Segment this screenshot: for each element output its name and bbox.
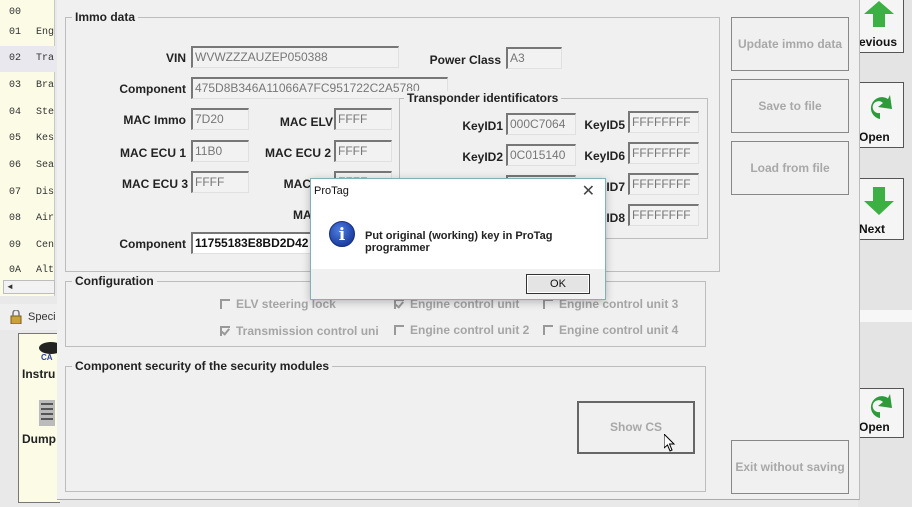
dialog-message: Put original (working) key in ProTag pro… <box>365 230 553 254</box>
mouse-cursor-icon <box>664 434 676 452</box>
mac-immo-label: MAC Immo <box>123 113 186 127</box>
list-item[interactable]: 04 Ste <box>0 100 55 126</box>
checkbox-box <box>543 325 553 335</box>
list-item[interactable]: 06 Sea <box>0 153 55 179</box>
list-item[interactable]: 02 Tra <box>0 46 55 72</box>
vin-field[interactable]: WVWZZZAUZEP050388 <box>191 46 399 68</box>
list-item[interactable]: 08 Air <box>0 206 55 232</box>
dump-icon <box>39 400 55 426</box>
list-item[interactable]: 07 Dis <box>0 180 55 206</box>
mac-ecu2-label: MAC ECU 2 <box>264 146 331 160</box>
keyid1-label: KeyID1 <box>462 119 503 133</box>
mac-ecu3-field[interactable]: FFFF <box>191 171 249 193</box>
dump-item[interactable]: Dump <box>22 432 56 446</box>
module-list[interactable]: 00 01 Eng 02 Tra 03 Bra 04 Ste 05 Kes 06 Sea 0… <box>0 0 55 296</box>
next-button[interactable]: Next <box>858 178 904 240</box>
redo-arrow-icon <box>870 394 892 418</box>
mac-elv-label: MAC ELV <box>279 115 333 129</box>
dialog-footer: OK <box>311 269 605 299</box>
exit-without-saving-button[interactable]: Exit without saving <box>731 440 849 494</box>
scroll-left-icon[interactable]: ◄ <box>6 282 14 291</box>
checkbox-box <box>220 326 230 336</box>
engine-control-unit-4-checkbox[interactable]: Engine control unit 4 <box>543 323 678 337</box>
component2-label: Component <box>119 237 186 251</box>
special-functions-tab[interactable]: Speci <box>0 304 60 330</box>
checkbox-box <box>220 299 230 309</box>
transmission-control-unit-checkbox[interactable]: Transmission control uni <box>220 324 379 338</box>
list-item[interactable]: 01 Eng <box>0 20 55 46</box>
mac-ecu3-label: MAC ECU 3 <box>121 177 188 191</box>
mac-immo-field[interactable]: 7D20 <box>191 108 249 130</box>
divider <box>858 310 912 322</box>
redo-arrow-icon <box>870 95 892 119</box>
list-item[interactable]: 05 Kes <box>0 126 55 152</box>
load-from-file-button[interactable]: Load from file <box>731 141 849 195</box>
dialog-title: ProTag <box>314 185 349 197</box>
mac-elv-field[interactable]: FFFF <box>334 108 392 130</box>
list-item[interactable]: 03 Bra <box>0 73 55 99</box>
keyid6-label: KeyID6 <box>584 149 625 163</box>
open-button-2[interactable]: Open <box>858 388 904 438</box>
component-label: Component <box>119 82 186 96</box>
keyid2-field[interactable]: 0C015140 <box>506 144 576 166</box>
update-immo-data-button[interactable]: Update immo data <box>731 17 849 71</box>
keyid8-field[interactable]: FFFFFFFF <box>628 204 699 226</box>
arrow-down-icon <box>864 187 894 215</box>
keyid6-field[interactable]: FFFFFFFF <box>628 142 699 164</box>
horizontal-scrollbar[interactable]: ◄ <box>3 280 55 294</box>
power-class-label: Power Class <box>429 53 501 67</box>
close-icon[interactable]: ✕ <box>582 181 595 201</box>
save-to-file-button[interactable]: Save to file <box>731 79 849 133</box>
instrument-item[interactable]: Instru <box>22 367 55 381</box>
ok-button[interactable]: OK <box>526 274 590 294</box>
power-class-field[interactable]: A3 <box>506 47 562 69</box>
checkbox-box <box>394 325 404 335</box>
vin-label: VIN <box>165 51 186 65</box>
keyid1-field[interactable]: 000C7064 <box>506 113 576 135</box>
arrow-up-icon <box>864 1 894 27</box>
show-cs-button[interactable]: Show CS <box>577 401 695 454</box>
checkbox-box <box>543 299 553 309</box>
info-icon: i <box>329 221 355 247</box>
protag-message-dialog: ProTag ✕ i Put original (working) key in… <box>310 178 606 300</box>
keyid2-label: KeyID2 <box>462 150 503 164</box>
keyid7-field[interactable]: FFFFFFFF <box>628 173 699 195</box>
checkbox-box <box>394 299 404 309</box>
open-button[interactable]: Open <box>858 82 904 148</box>
keyid5-field[interactable]: FFFFFFFF <box>628 111 699 133</box>
padlock-icon <box>10 310 22 324</box>
engine-control-unit-2-checkbox[interactable]: Engine control unit 2 <box>394 323 529 337</box>
mac-ecu1-field[interactable]: 11B0 <box>191 140 249 162</box>
special-functions-panel: CA Instru Dump <box>18 333 61 503</box>
mac-ecu1-label: MAC ECU 1 <box>119 146 186 160</box>
keyid5-label: KeyID5 <box>584 118 625 132</box>
mac-ecu2-field[interactable]: FFFF <box>334 140 392 162</box>
list-item[interactable]: 09 Cen <box>0 233 55 259</box>
previous-button[interactable]: evious <box>858 0 904 53</box>
